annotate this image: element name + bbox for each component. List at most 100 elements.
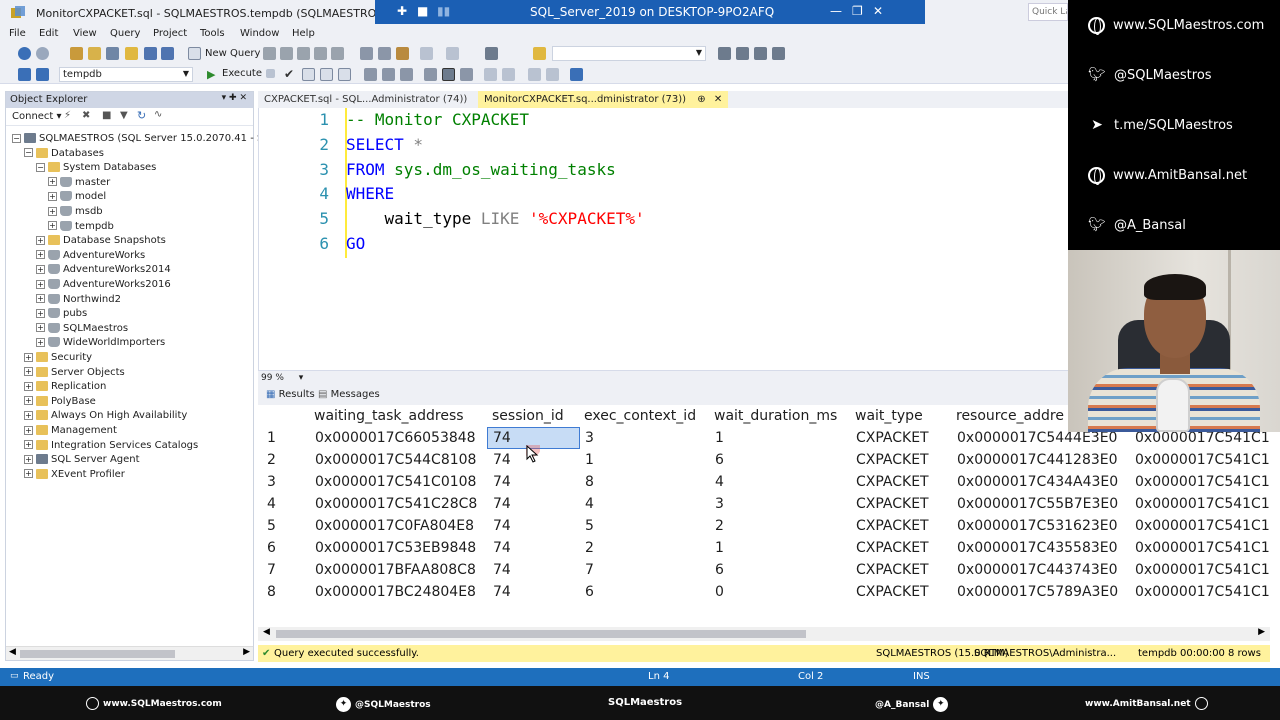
col-resource-address[interactable]: resource_addre bbox=[956, 405, 1064, 427]
grid-cell[interactable]: 6 bbox=[715, 559, 724, 581]
refresh-icon[interactable]: ↻ bbox=[137, 109, 146, 122]
tree-item[interactable]: + XEvent Profiler bbox=[24, 468, 125, 482]
open-file-icon[interactable] bbox=[88, 47, 101, 60]
expand-icon[interactable]: + bbox=[48, 177, 57, 187]
menu-help[interactable]: Help bbox=[292, 28, 315, 39]
grid-cell[interactable]: 74 bbox=[493, 559, 511, 581]
registered-servers-icon[interactable] bbox=[772, 47, 785, 60]
collapse-icon[interactable]: − bbox=[36, 162, 45, 172]
grid-cell[interactable]: CXPACKET bbox=[856, 559, 929, 581]
close-icon[interactable]: ✕ bbox=[873, 4, 883, 18]
new-query-button[interactable]: New Query bbox=[205, 48, 260, 59]
tree-item[interactable]: + Database Snapshots bbox=[36, 234, 166, 248]
expand-icon[interactable]: + bbox=[24, 367, 33, 377]
grid-cell[interactable]: CXPACKET bbox=[856, 493, 929, 515]
comment-icon[interactable] bbox=[484, 68, 497, 81]
window-layout-icon[interactable] bbox=[485, 47, 498, 60]
connect-dropdown[interactable]: Connect ▾ bbox=[12, 111, 62, 122]
menu-project[interactable]: Project bbox=[153, 28, 187, 39]
grid-cell[interactable]: 74 bbox=[493, 493, 511, 515]
tree-item[interactable]: + AdventureWorks2016 bbox=[36, 278, 171, 292]
grid-cell[interactable]: 8 bbox=[585, 471, 594, 493]
outdent-icon[interactable] bbox=[528, 68, 541, 81]
toolbox-icon[interactable] bbox=[754, 47, 767, 60]
tab-monitorcxpacket[interactable]: MonitorCXPACKET.sq...dministrator (73)) … bbox=[478, 91, 729, 108]
grid-cell[interactable]: 2 bbox=[585, 537, 594, 559]
menu-edit[interactable]: Edit bbox=[39, 28, 58, 39]
results-file-icon[interactable] bbox=[460, 68, 473, 81]
grid-cell[interactable]: CXPACKET bbox=[856, 471, 929, 493]
scroll-left-icon[interactable]: ◀ bbox=[9, 647, 16, 657]
connect-icon[interactable]: ⚡ bbox=[64, 110, 71, 121]
menu-query[interactable]: Query bbox=[110, 28, 140, 39]
expand-icon[interactable]: + bbox=[36, 294, 45, 304]
parse-check-icon[interactable]: ✔ bbox=[284, 67, 294, 81]
grid-cell[interactable]: 74 bbox=[493, 515, 511, 537]
disconnect-icon[interactable]: ✖ bbox=[82, 110, 90, 121]
back-icon[interactable] bbox=[18, 47, 31, 60]
grid-cell[interactable]: 0x0000017C53EB9848 bbox=[315, 537, 476, 559]
close-tab-icon[interactable]: ✕ bbox=[714, 94, 722, 105]
expand-icon[interactable]: + bbox=[24, 410, 33, 420]
grid-cell[interactable]: 0x0000017C541C1 bbox=[1135, 559, 1270, 581]
tree-item[interactable]: + SQLMaestros bbox=[36, 322, 128, 336]
scroll-right-icon[interactable]: ▶ bbox=[243, 647, 250, 657]
grid-cell[interactable]: CXPACKET bbox=[856, 537, 929, 559]
row-number[interactable]: 1 bbox=[267, 427, 276, 449]
col-session-id[interactable]: session_id bbox=[492, 405, 564, 427]
panel-controls[interactable]: ▾ ✚ ✕ bbox=[222, 93, 247, 103]
grid-cell[interactable]: 74 bbox=[493, 537, 511, 559]
quick-launch-input[interactable]: Quick La bbox=[1028, 3, 1068, 21]
grid-cell[interactable]: 1 bbox=[585, 449, 594, 471]
expand-icon[interactable]: + bbox=[36, 279, 45, 289]
connect-icon[interactable] bbox=[18, 68, 31, 81]
col-waiting-task-address[interactable]: waiting_task_address bbox=[314, 405, 464, 427]
menu-view[interactable]: View bbox=[73, 28, 97, 39]
row-number[interactable]: 7 bbox=[267, 559, 276, 581]
query-editor[interactable]: 1 -- Monitor CXPACKET 2 SELECT * 3 FROM sys.d… bbox=[258, 108, 1068, 370]
grid-cell[interactable]: 0x0000017C541C1 bbox=[1135, 537, 1270, 559]
copy-icon[interactable] bbox=[378, 47, 391, 60]
grid-cell[interactable]: 0x0000017C541C1 bbox=[1135, 515, 1270, 537]
grid-cell[interactable]: 0x0000017C443743E0 bbox=[957, 559, 1118, 581]
restore-icon[interactable]: ❐ bbox=[852, 4, 863, 18]
undo-icon[interactable] bbox=[420, 47, 433, 60]
grid-cell[interactable]: 5 bbox=[585, 515, 594, 537]
pin-icon[interactable]: ⊕ bbox=[697, 94, 705, 105]
row-number[interactable]: 2 bbox=[267, 449, 276, 471]
tree-item[interactable]: + AdventureWorks2014 bbox=[36, 263, 171, 277]
save-icon[interactable] bbox=[106, 47, 119, 60]
grid-cell[interactable]: CXPACKET bbox=[856, 515, 929, 537]
lock-icon[interactable]: ■ bbox=[417, 4, 428, 18]
grid-cell[interactable]: 0x0000017BC24804E8 bbox=[315, 581, 476, 603]
tree-item[interactable]: + PolyBase bbox=[24, 395, 96, 409]
grid-cell[interactable]: 3 bbox=[715, 493, 724, 515]
tree-item[interactable]: + Replication bbox=[24, 380, 106, 394]
stop-icon[interactable]: ■ bbox=[102, 110, 111, 121]
uncomment-icon[interactable] bbox=[502, 68, 515, 81]
scroll-left-icon[interactable]: ◀ bbox=[263, 627, 270, 637]
expand-icon[interactable]: + bbox=[36, 337, 45, 347]
tree-item[interactable]: + master bbox=[48, 176, 110, 190]
collapse-icon[interactable]: − bbox=[12, 133, 21, 143]
results-grid[interactable]: waiting_task_address session_id exec_conte… bbox=[258, 405, 1270, 645]
grid-cell[interactable]: 1 bbox=[715, 537, 724, 559]
tree-item[interactable]: + pubs bbox=[36, 307, 87, 321]
grid-cell[interactable]: CXPACKET bbox=[856, 581, 929, 603]
grid-cell[interactable]: 0x0000017C434A43E0 bbox=[957, 471, 1118, 493]
col-exec-context-id[interactable]: exec_context_id bbox=[584, 405, 696, 427]
tree-item[interactable]: + Management bbox=[24, 424, 117, 438]
menu-tools[interactable]: Tools bbox=[200, 28, 225, 39]
grid-cell[interactable]: 0x0000017C5789A3E0 bbox=[957, 581, 1118, 603]
expand-icon[interactable]: + bbox=[24, 469, 33, 479]
grid-horizontal-scrollbar[interactable]: ◀ ▶ bbox=[258, 627, 1270, 641]
db-query-3-icon[interactable] bbox=[297, 47, 310, 60]
new-project-icon[interactable] bbox=[70, 47, 83, 60]
grid-cell[interactable]: 0 bbox=[715, 581, 724, 603]
open-folder-icon[interactable] bbox=[125, 47, 138, 60]
find-icon[interactable] bbox=[533, 47, 546, 60]
col-wait-duration-ms[interactable]: wait_duration_ms bbox=[714, 405, 837, 427]
execute-icon[interactable]: ▶ bbox=[207, 68, 215, 81]
db-query-5-icon[interactable] bbox=[331, 47, 344, 60]
expand-icon[interactable]: + bbox=[48, 191, 57, 201]
